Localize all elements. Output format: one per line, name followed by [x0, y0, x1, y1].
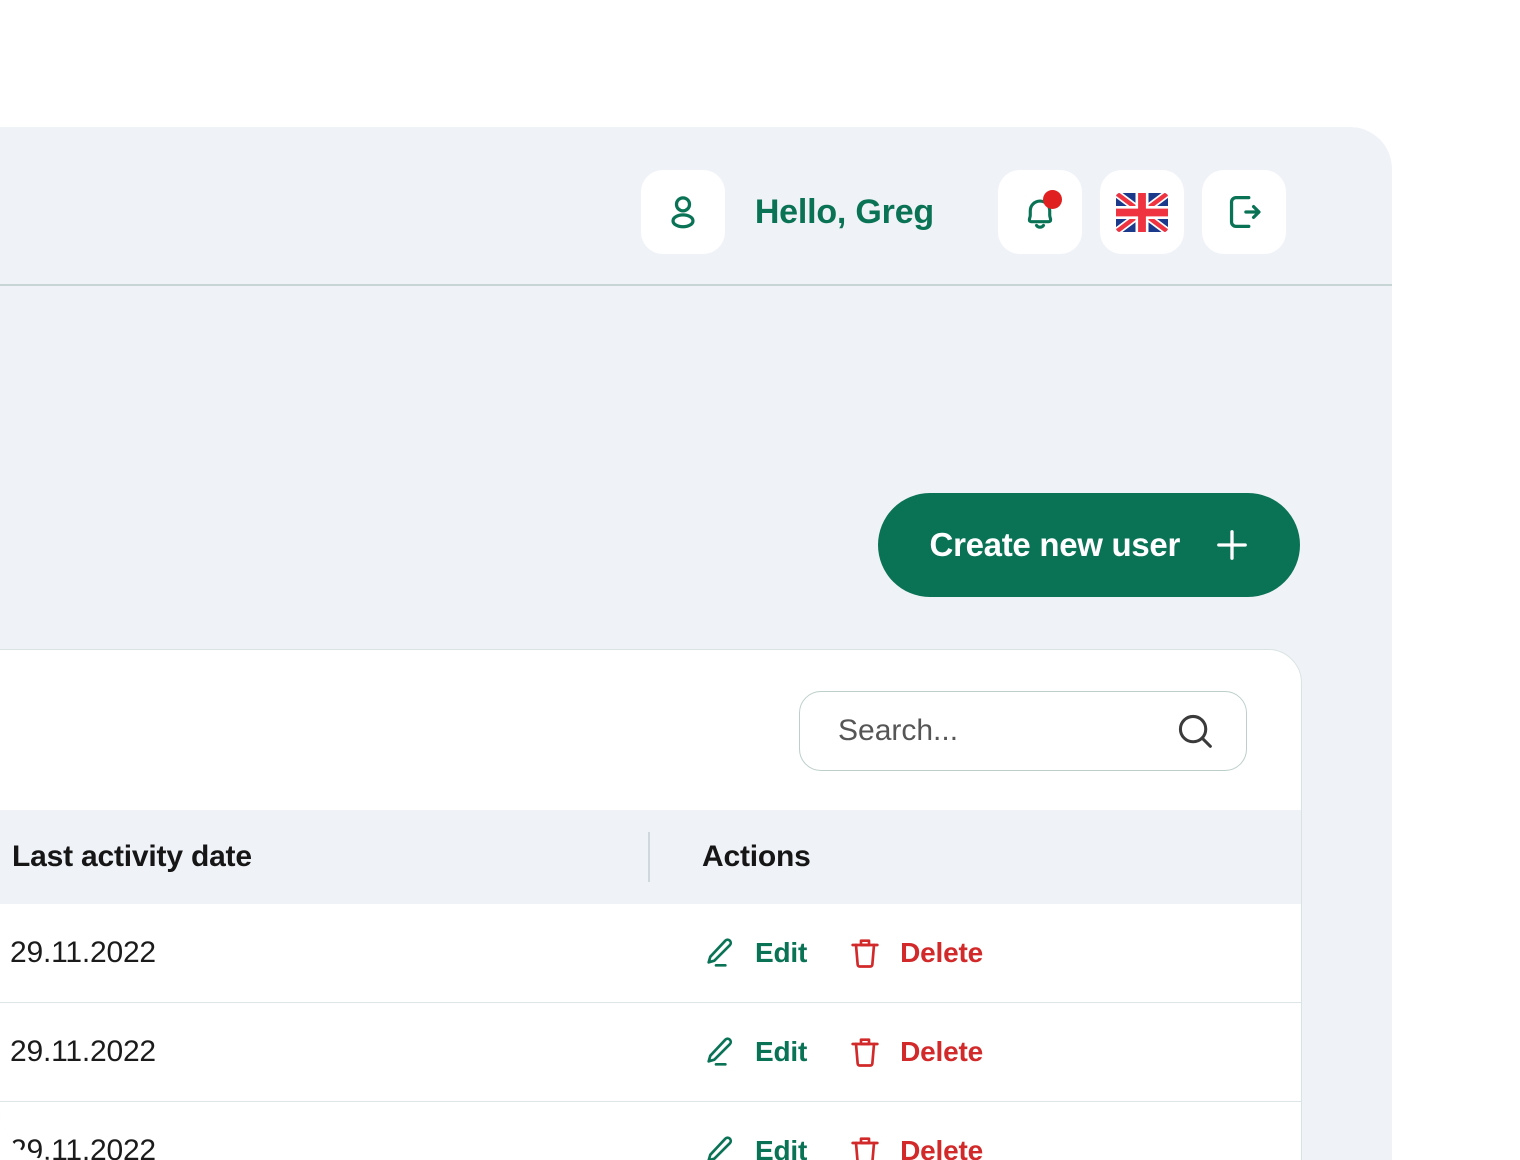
delete-action[interactable]: Delete [845, 1032, 983, 1072]
create-new-user-button[interactable]: Create new user [877, 493, 1300, 597]
cell-actions: Edit Delete [648, 933, 1301, 973]
edit-action[interactable]: Edit [700, 933, 807, 973]
logout-icon [1229, 195, 1261, 229]
edit-action[interactable]: Edit [700, 1032, 807, 1072]
table-header-row: Last activity date Actions [0, 810, 1301, 904]
trash-icon [851, 939, 879, 968]
delete-action[interactable]: Delete [845, 1131, 983, 1160]
create-new-user-label: Create new user [929, 526, 1181, 563]
notifications-button[interactable] [998, 170, 1082, 254]
action-row: Create new user [0, 286, 1392, 649]
greeting-text: Hello, Greg [754, 192, 934, 231]
column-header-last-activity-date: Last activity date [12, 840, 252, 873]
logout-button[interactable] [1202, 170, 1286, 254]
cell-actions: Edit Delete [648, 1131, 1301, 1160]
search-icon[interactable] [1172, 708, 1218, 754]
search-box[interactable] [799, 691, 1247, 771]
cell-last-activity-date: 29.11.2022 [10, 1035, 156, 1068]
edit-label: Edit [755, 1135, 808, 1160]
delete-label: Delete [900, 937, 983, 968]
table-body: 29.11.2022 Edit Delete 29.11.2022 Edit D… [0, 904, 1301, 1160]
table-row: 29.11.2022 Edit Delete [0, 1003, 1301, 1102]
notification-badge [1043, 190, 1062, 209]
avatar[interactable] [640, 170, 725, 254]
trash-icon [851, 1137, 879, 1160]
edit-label: Edit [755, 937, 808, 968]
edit-action[interactable]: Edit [700, 1131, 807, 1160]
app-frame: Hello, Greg Create new user Search... La… [0, 0, 1520, 1160]
plus-icon [1217, 530, 1247, 560]
pencil-icon [707, 1037, 733, 1066]
content-panel: Hello, Greg Create new user Search... La… [0, 127, 1392, 1160]
table-row: 29.11.2022 Edit Delete [0, 904, 1301, 1003]
table-toolbar [0, 650, 1301, 810]
cell-last-activity-date: 29.11.2022 [10, 936, 156, 969]
edit-label: Edit [755, 1036, 808, 1067]
cell-actions: Edit Delete [648, 1032, 1301, 1072]
cell-last-activity-date: 29.11.2022 [10, 1134, 156, 1160]
users-table-card: Last activity date Actions 29.11.2022 Ed… [0, 649, 1302, 1160]
delete-label: Delete [900, 1135, 983, 1160]
search-input[interactable] [838, 714, 1138, 748]
table-row: 29.11.2022 Edit Delete [0, 1102, 1301, 1160]
uk-flag-icon [1116, 192, 1168, 232]
language-switcher[interactable] [1100, 170, 1184, 254]
trash-icon [851, 1038, 879, 1067]
user-avatar-icon [671, 196, 695, 229]
top-bar-user-cluster: Hello, Greg [640, 170, 1286, 254]
column-header-actions: Actions [702, 840, 811, 873]
top-bar: Hello, Greg [0, 127, 1392, 286]
pencil-icon [707, 938, 733, 967]
delete-action[interactable]: Delete [845, 933, 983, 973]
delete-label: Delete [900, 1036, 983, 1067]
pencil-icon [707, 1136, 733, 1160]
